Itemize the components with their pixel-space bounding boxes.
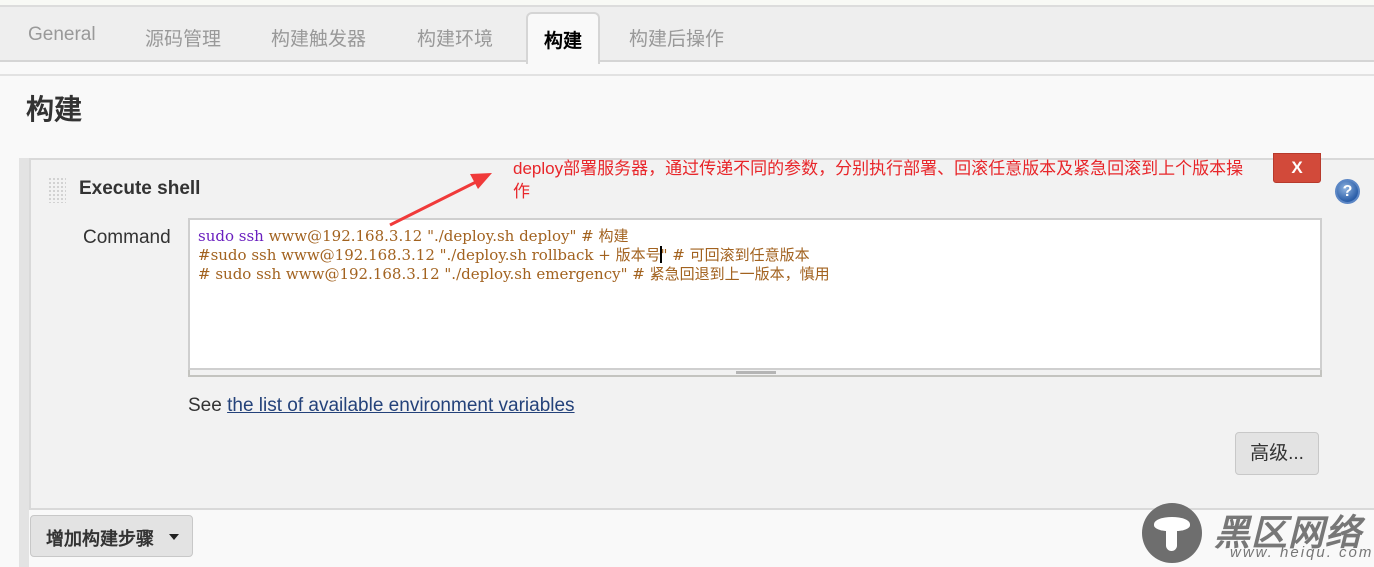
watermark-url: www. heiqu. com xyxy=(1230,544,1374,561)
add-build-step-label: 增加构建步骤 xyxy=(46,529,154,549)
tab-post-build-actions[interactable]: 构建后操作 xyxy=(629,24,724,51)
tab-build[interactable]: 构建 xyxy=(526,12,601,64)
chevron-down-icon xyxy=(169,534,179,540)
resize-grip-icon xyxy=(736,371,776,374)
command-textarea[interactable]: sudo ssh www@192.168.3.12 "./deploy.sh d… xyxy=(188,218,1322,370)
textarea-resize-handle[interactable] xyxy=(188,370,1322,377)
command-text: " # 可回滚到任意版本 xyxy=(660,246,810,264)
build-step-title: Execute shell xyxy=(79,178,201,199)
add-build-step-button[interactable]: 增加构建步骤 xyxy=(30,515,193,557)
command-text: #sudo ssh www@192.168.3.12 "./deploy.sh … xyxy=(198,246,661,264)
tab-source-management[interactable]: 源码管理 xyxy=(145,24,221,51)
command-text: www@192.168.3.12 "./deploy.sh deploy" # … xyxy=(263,227,629,245)
config-tab-bar: General 源码管理 构建触发器 构建环境 构建 构建后操作 xyxy=(0,5,1374,64)
section-divider xyxy=(0,74,1374,76)
command-line: # sudo ssh www@192.168.3.12 "./deploy.sh… xyxy=(198,265,1320,284)
help-icon[interactable]: ? xyxy=(1335,179,1360,204)
tab-build-environment[interactable]: 构建环境 xyxy=(417,24,493,51)
env-vars-link[interactable]: the list of available environment variab… xyxy=(227,395,574,416)
see-prefix: See xyxy=(188,395,222,416)
env-vars-hint: See the list of available environment va… xyxy=(188,395,575,417)
tab-general[interactable]: General xyxy=(28,24,96,46)
command-label: Command xyxy=(83,227,171,248)
command-keyword: sudo ssh xyxy=(198,227,264,245)
mushroom-logo-icon xyxy=(1142,503,1202,563)
watermark: 黑区网络 www. heiqu. com xyxy=(1142,503,1374,567)
delete-step-button[interactable]: X xyxy=(1273,153,1321,183)
command-line: sudo ssh www@192.168.3.12 "./deploy.sh d… xyxy=(198,227,1320,246)
advanced-button[interactable]: 高级... xyxy=(1235,432,1319,475)
tab-build-triggers[interactable]: 构建触发器 xyxy=(271,24,366,51)
section-title: 构建 xyxy=(26,94,83,125)
drag-handle-icon[interactable] xyxy=(48,177,66,203)
annotation-text: deploy部署服务器，通过传递不同的参数，分别执行部署、回滚任意版本及紧急回滚… xyxy=(513,159,1244,201)
command-text: # sudo ssh www@192.168.3.12 "./deploy.sh… xyxy=(198,265,830,283)
command-line: #sudo ssh www@192.168.3.12 "./deploy.sh … xyxy=(198,246,1320,265)
section-left-bar xyxy=(19,158,29,567)
